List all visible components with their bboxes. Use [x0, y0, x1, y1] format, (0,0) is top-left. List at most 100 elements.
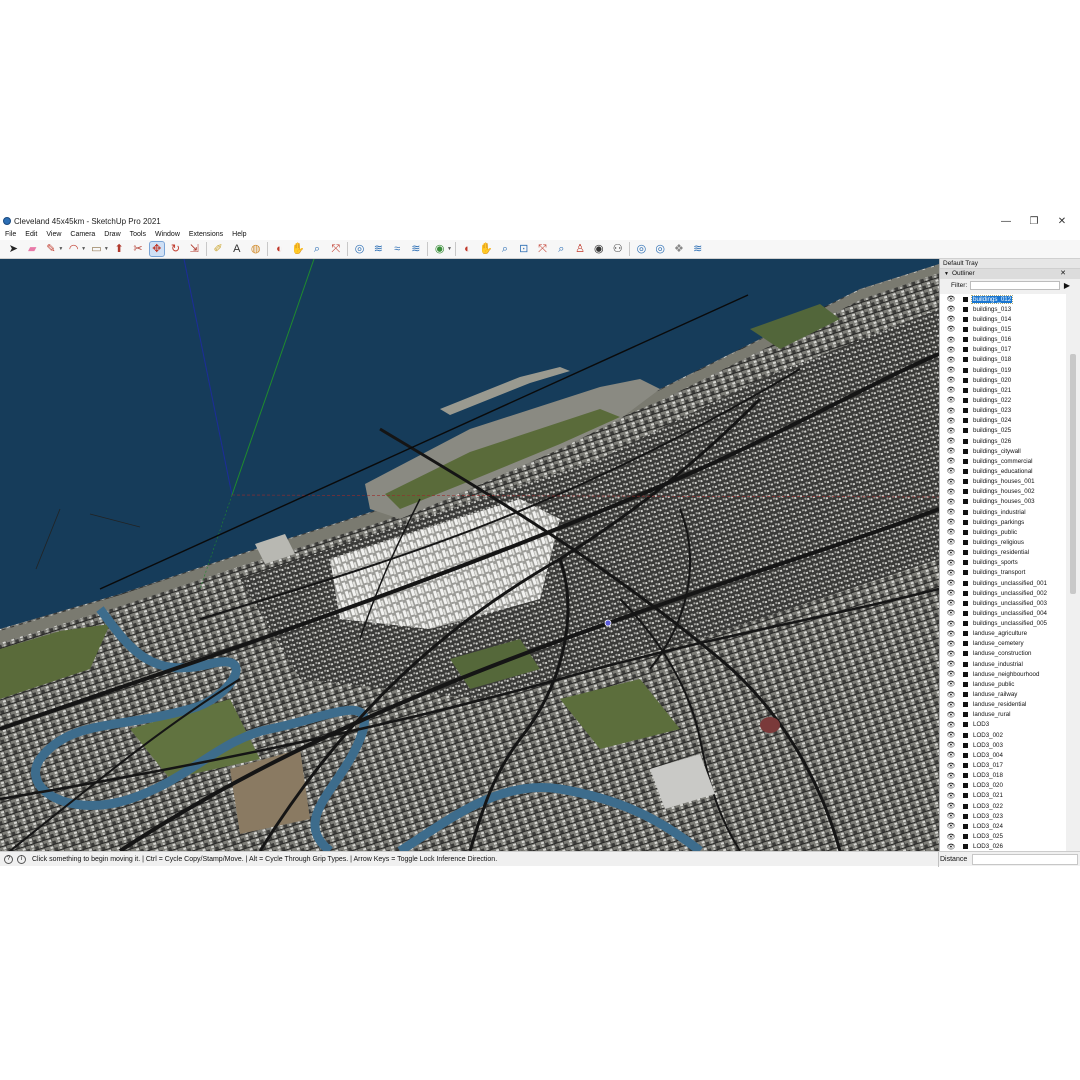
visibility-eye-icon[interactable]: 👁: [946, 680, 956, 688]
outliner-item[interactable]: 👁 LOD3_021: [940, 791, 1066, 801]
outliner-item[interactable]: 👁 landuse_construction: [940, 649, 1066, 659]
visibility-eye-icon[interactable]: 👁: [946, 336, 956, 344]
visibility-eye-icon[interactable]: 👁: [946, 315, 956, 323]
visibility-eye-icon[interactable]: 👁: [946, 325, 956, 333]
orbit-icon[interactable]: ◐: [272, 242, 286, 256]
dropdown-caret-icon[interactable]: ▼: [81, 246, 86, 252]
outliner-item[interactable]: 👁 buildings_public: [940, 527, 1066, 537]
visibility-eye-icon[interactable]: 👁: [946, 772, 956, 780]
outliner-item[interactable]: 👁 LOD3_024: [940, 821, 1066, 831]
visibility-eye-icon[interactable]: 👁: [946, 701, 956, 709]
dropdown-caret-icon[interactable]: ▼: [58, 246, 63, 252]
visibility-eye-icon[interactable]: 👁: [946, 802, 956, 810]
rotate-icon[interactable]: ↻: [169, 242, 183, 256]
visibility-eye-icon[interactable]: 👁: [946, 691, 956, 699]
outliner-item[interactable]: 👁 LOD3_017: [940, 760, 1066, 770]
menu-edit[interactable]: Edit: [20, 229, 41, 240]
visibility-eye-icon[interactable]: 👁: [946, 792, 956, 800]
warehouse-2-icon[interactable]: ◎: [634, 242, 648, 256]
model-viewport[interactable]: [0, 259, 939, 851]
share-model-icon[interactable]: ◎: [653, 242, 667, 256]
pan-2-icon[interactable]: ✋: [479, 242, 493, 256]
visibility-eye-icon[interactable]: 👁: [946, 427, 956, 435]
outliner-item[interactable]: 👁 buildings_016: [940, 335, 1066, 345]
visibility-eye-icon[interactable]: 👁: [946, 356, 956, 364]
menu-extensions[interactable]: Extensions: [184, 229, 227, 240]
outliner-item[interactable]: 👁 buildings_unclassified_003: [940, 598, 1066, 608]
outliner-item[interactable]: 👁 buildings_024: [940, 416, 1066, 426]
visibility-eye-icon[interactable]: 👁: [946, 396, 956, 404]
outliner-item[interactable]: 👁 landuse_public: [940, 679, 1066, 689]
visibility-eye-icon[interactable]: 👁: [946, 559, 956, 567]
visibility-eye-icon[interactable]: 👁: [946, 295, 956, 303]
scrollbar-thumb[interactable]: [1070, 354, 1076, 594]
outliner-item[interactable]: 👁 buildings_unclassified_004: [940, 608, 1066, 618]
visibility-eye-icon[interactable]: 👁: [946, 812, 956, 820]
paint-bucket-icon[interactable]: ◍: [249, 242, 263, 256]
visibility-eye-icon[interactable]: 👁: [946, 731, 956, 739]
outliner-item[interactable]: 👁 buildings_sports: [940, 558, 1066, 568]
outliner-item[interactable]: 👁 buildings_015: [940, 324, 1066, 334]
zoom-extents-icon[interactable]: ⤧: [329, 242, 343, 256]
outliner-item[interactable]: 👁 LOD3_025: [940, 831, 1066, 841]
move-icon[interactable]: ✥: [148, 241, 165, 257]
outliner-item[interactable]: 👁 buildings_transport: [940, 568, 1066, 578]
visibility-eye-icon[interactable]: 👁: [946, 447, 956, 455]
outliner-list[interactable]: 👁 buildings_012 👁 buildings_013 👁 buildings_0…: [940, 294, 1066, 851]
text-icon[interactable]: A: [230, 242, 244, 256]
visibility-eye-icon[interactable]: 👁: [946, 670, 956, 678]
visibility-eye-icon[interactable]: 👁: [946, 609, 956, 617]
zoom-extents-2-icon[interactable]: ⤧: [536, 242, 550, 256]
visibility-eye-icon[interactable]: 👁: [946, 528, 956, 536]
outliner-item[interactable]: 👁 buildings_houses_002: [940, 487, 1066, 497]
menu-window[interactable]: Window: [150, 229, 184, 240]
zoom-window-icon[interactable]: ⊡: [517, 242, 531, 256]
outliner-item[interactable]: 👁 buildings_023: [940, 406, 1066, 416]
visibility-eye-icon[interactable]: 👁: [946, 549, 956, 557]
outliner-item[interactable]: 👁 landuse_rural: [940, 710, 1066, 720]
filter-input[interactable]: [970, 281, 1061, 290]
visibility-eye-icon[interactable]: 👁: [946, 589, 956, 597]
visibility-eye-icon[interactable]: 👁: [946, 467, 956, 475]
visibility-eye-icon[interactable]: 👁: [946, 386, 956, 394]
outliner-item[interactable]: 👁 LOD3: [940, 720, 1066, 730]
outliner-item[interactable]: 👁 buildings_unclassified_002: [940, 588, 1066, 598]
warehouse-icon[interactable]: ◎: [353, 242, 367, 256]
dropdown-caret-icon[interactable]: ▼: [447, 246, 452, 252]
outliner-item[interactable]: 👁 landuse_residential: [940, 700, 1066, 710]
outliner-item[interactable]: 👁 LOD3_026: [940, 842, 1066, 851]
outliner-item[interactable]: 👁 landuse_industrial: [940, 659, 1066, 669]
outliner-item[interactable]: 👁 buildings_commercial: [940, 456, 1066, 466]
visibility-eye-icon[interactable]: 👁: [946, 782, 956, 790]
visibility-eye-icon[interactable]: 👁: [946, 630, 956, 638]
collapse-triangle-icon[interactable]: ▼: [944, 269, 949, 279]
menu-help[interactable]: Help: [227, 229, 250, 240]
outliner-item[interactable]: 👁 buildings_unclassified_005: [940, 619, 1066, 629]
outliner-item[interactable]: 👁 buildings_026: [940, 436, 1066, 446]
help-icon[interactable]: ?: [4, 854, 13, 864]
outliner-item[interactable]: 👁 LOD3_020: [940, 781, 1066, 791]
outliner-item[interactable]: 👁 buildings_020: [940, 375, 1066, 385]
arc-icon[interactable]: ◠: [67, 242, 81, 256]
scale-icon[interactable]: ⇲: [187, 242, 201, 256]
visibility-eye-icon[interactable]: 👁: [946, 305, 956, 313]
close-panel-icon[interactable]: ✕: [1060, 269, 1066, 279]
visibility-eye-icon[interactable]: 👁: [946, 508, 956, 516]
pan-icon[interactable]: ✋: [291, 242, 305, 256]
outliner-item[interactable]: 👁 landuse_agriculture: [940, 629, 1066, 639]
visibility-eye-icon[interactable]: 👁: [946, 822, 956, 830]
visibility-eye-icon[interactable]: 👁: [946, 457, 956, 465]
tape-measure-icon[interactable]: ✐: [211, 242, 225, 256]
outliner-item[interactable]: 👁 buildings_houses_003: [940, 497, 1066, 507]
select-icon[interactable]: ➤: [6, 242, 20, 256]
minimize-button[interactable]: —: [992, 213, 1020, 229]
outliner-scrollbar[interactable]: [1066, 294, 1080, 851]
outliner-item[interactable]: 👁 buildings_019: [940, 365, 1066, 375]
city-model-scene[interactable]: [0, 259, 939, 851]
menu-file[interactable]: File: [0, 229, 20, 240]
visibility-eye-icon[interactable]: 👁: [946, 599, 956, 607]
orbit-2-icon[interactable]: ◐: [460, 242, 474, 256]
visibility-eye-icon[interactable]: 👁: [946, 721, 956, 729]
visibility-eye-icon[interactable]: 👁: [946, 569, 956, 577]
outliner-options-icon[interactable]: ▶: [1064, 281, 1070, 290]
